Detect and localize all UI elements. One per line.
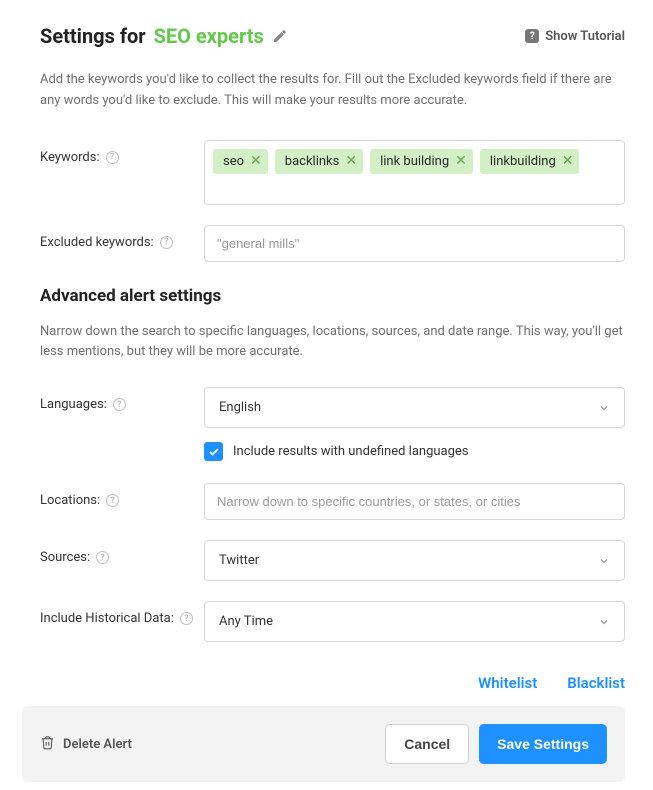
remove-tag-icon[interactable]: ✕ bbox=[562, 154, 574, 168]
keyword-tag: link building ✕ bbox=[370, 149, 473, 174]
trash-icon bbox=[40, 735, 55, 754]
keywords-input[interactable]: seo✕backlinks✕link building✕linkbuilding… bbox=[204, 140, 625, 205]
sources-label: Sources: ? bbox=[40, 540, 204, 565]
help-icon[interactable]: ? bbox=[106, 494, 119, 507]
keyword-tag-label: backlinks bbox=[285, 154, 340, 169]
advanced-title: Advanced alert settings bbox=[40, 286, 625, 306]
undefined-languages-checkbox[interactable] bbox=[204, 442, 223, 461]
languages-label: Languages: ? bbox=[40, 387, 204, 412]
keyword-tag: seo ✕ bbox=[213, 149, 268, 174]
show-tutorial-button[interactable]: ? Show Tutorial bbox=[525, 29, 625, 44]
remove-tag-icon[interactable]: ✕ bbox=[455, 154, 467, 168]
historical-value: Any Time bbox=[219, 614, 273, 629]
keyword-tag-label: linkbuilding bbox=[490, 154, 556, 169]
blacklist-link[interactable]: Blacklist bbox=[567, 674, 625, 692]
languages-select[interactable]: English bbox=[204, 387, 625, 428]
page-title: Settings for SEO experts bbox=[40, 24, 288, 48]
cancel-button[interactable]: Cancel bbox=[385, 724, 469, 764]
save-settings-button[interactable]: Save Settings bbox=[479, 724, 607, 764]
title-prefix: Settings for bbox=[40, 24, 146, 48]
historical-select[interactable]: Any Time bbox=[204, 601, 625, 642]
delete-label: Delete Alert bbox=[63, 737, 132, 752]
historical-label: Include Historical Data: ? bbox=[40, 601, 204, 626]
keyword-tag-label: seo bbox=[223, 154, 244, 169]
remove-tag-icon[interactable]: ✕ bbox=[250, 154, 262, 168]
intro-text: Add the keywords you'd like to collect t… bbox=[40, 70, 625, 112]
keyword-tag: linkbuilding ✕ bbox=[480, 149, 580, 174]
keyword-tag: backlinks ✕ bbox=[275, 149, 363, 174]
help-icon[interactable]: ? bbox=[180, 612, 193, 625]
remove-tag-icon[interactable]: ✕ bbox=[345, 154, 357, 168]
locations-label: Locations: ? bbox=[40, 483, 204, 508]
advanced-desc: Narrow down the search to specific langu… bbox=[40, 322, 625, 364]
keyword-tag-label: link building bbox=[380, 154, 449, 169]
sources-select[interactable]: Twitter bbox=[204, 540, 625, 581]
excluded-input[interactable] bbox=[204, 225, 625, 262]
chevron-down-icon bbox=[598, 555, 610, 567]
title-name: SEO experts bbox=[154, 24, 264, 48]
chevron-down-icon bbox=[598, 616, 610, 628]
locations-input[interactable] bbox=[204, 483, 625, 520]
whitelist-link[interactable]: Whitelist bbox=[478, 674, 537, 692]
help-square-icon: ? bbox=[525, 29, 539, 43]
sources-value: Twitter bbox=[219, 553, 259, 568]
languages-value: English bbox=[219, 400, 261, 415]
keywords-label: Keywords: ? bbox=[40, 140, 204, 165]
excluded-label: Excluded keywords: ? bbox=[40, 225, 204, 250]
help-icon[interactable]: ? bbox=[96, 551, 109, 564]
chevron-down-icon bbox=[598, 402, 610, 414]
tutorial-label: Show Tutorial bbox=[545, 29, 625, 44]
delete-alert-button[interactable]: Delete Alert bbox=[40, 735, 132, 754]
help-icon[interactable]: ? bbox=[106, 151, 119, 164]
footer-bar: Delete Alert Cancel Save Settings bbox=[22, 706, 625, 782]
help-icon[interactable]: ? bbox=[160, 236, 173, 249]
undefined-languages-label: Include results with undefined languages bbox=[233, 444, 469, 459]
help-icon[interactable]: ? bbox=[113, 398, 126, 411]
edit-icon[interactable] bbox=[272, 28, 288, 44]
